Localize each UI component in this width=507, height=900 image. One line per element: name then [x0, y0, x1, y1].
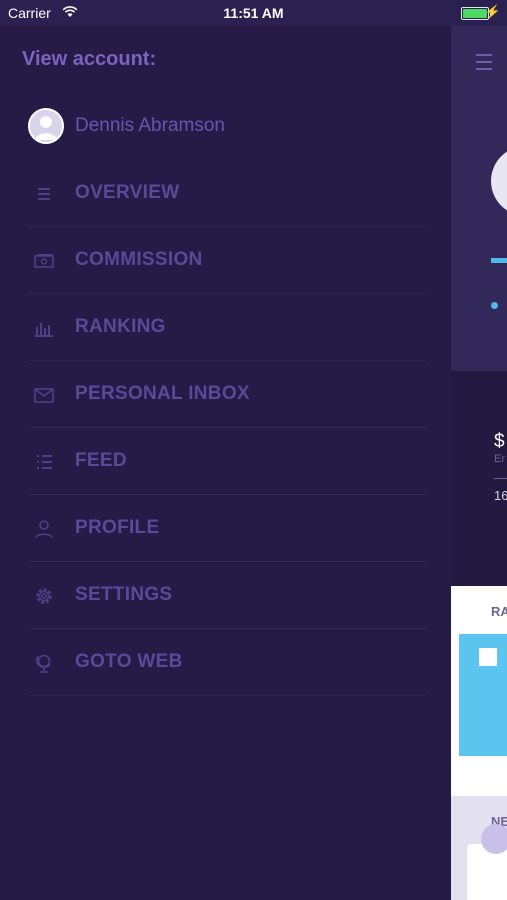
profile-circle	[491, 146, 507, 216]
news-avatar	[481, 824, 507, 854]
bullet-list-icon	[34, 452, 54, 472]
person-icon	[34, 519, 54, 539]
charging-icon: ⚡	[484, 4, 501, 19]
menu-item-settings[interactable]: SETTINGS	[28, 562, 426, 629]
menu-item-label: SETTINGS	[75, 584, 173, 605]
menu-item-label: COMMISSION	[75, 249, 203, 270]
peek-header	[451, 26, 507, 371]
list-icon	[34, 184, 54, 204]
globe-icon	[34, 653, 54, 673]
menu-item-ranking[interactable]: RANKING	[28, 294, 426, 361]
currency-symbol: $	[494, 431, 505, 452]
menu-item-profile[interactable]: PROFILE	[28, 495, 426, 562]
status-bar: Carrier 11:51 AM ⚡	[0, 0, 507, 26]
earnings-number: 16	[494, 488, 507, 503]
clock: 11:51 AM	[223, 5, 284, 21]
menu-item-label: OVERVIEW	[75, 182, 180, 203]
menu-item-overview[interactable]: OVERVIEW	[28, 160, 426, 227]
earnings-label: Er	[494, 453, 505, 465]
indicator-dot	[491, 302, 498, 309]
money-icon	[34, 251, 54, 271]
hamburger-icon[interactable]	[476, 54, 492, 75]
earnings-summary: $ Er 16	[451, 371, 507, 586]
menu-heading: View account:	[22, 48, 157, 70]
envelope-icon	[34, 385, 54, 405]
menu-item-feed[interactable]: FEED	[28, 428, 426, 495]
ranking-card: RA	[451, 586, 507, 796]
account-name: Dennis Abramson	[75, 115, 225, 136]
menu-item-label: RANKING	[75, 316, 166, 337]
avatar	[28, 108, 64, 144]
menu-item-label: PROFILE	[75, 517, 160, 538]
ranking-card-title: RA	[491, 604, 507, 619]
chart-marker	[479, 648, 497, 666]
bar-chart-icon	[34, 318, 54, 338]
menu-item-label: PERSONAL INBOX	[75, 383, 250, 404]
news-section: NE	[451, 796, 507, 900]
menu-item-commission[interactable]: COMMISSION	[28, 227, 426, 294]
divider	[494, 478, 507, 479]
menu-item-personal-inbox[interactable]: PERSONAL INBOX	[28, 361, 426, 428]
gear-icon	[34, 586, 54, 606]
menu-item-goto-web[interactable]: GOTO WEB	[28, 629, 426, 696]
menu-item-label: GOTO WEB	[75, 651, 183, 672]
menu-list: OVERVIEW COMMISSION RANKING PERSONAL INB…	[28, 160, 426, 696]
menu-item-label: FEED	[75, 450, 127, 471]
account-row[interactable]: Dennis Abramson	[28, 108, 428, 144]
progress-bar	[491, 258, 507, 263]
content-peek[interactable]: $ Er 16 RA NE	[451, 26, 507, 900]
side-menu: View account: Dennis Abramson OVERVIEW C…	[0, 26, 451, 900]
